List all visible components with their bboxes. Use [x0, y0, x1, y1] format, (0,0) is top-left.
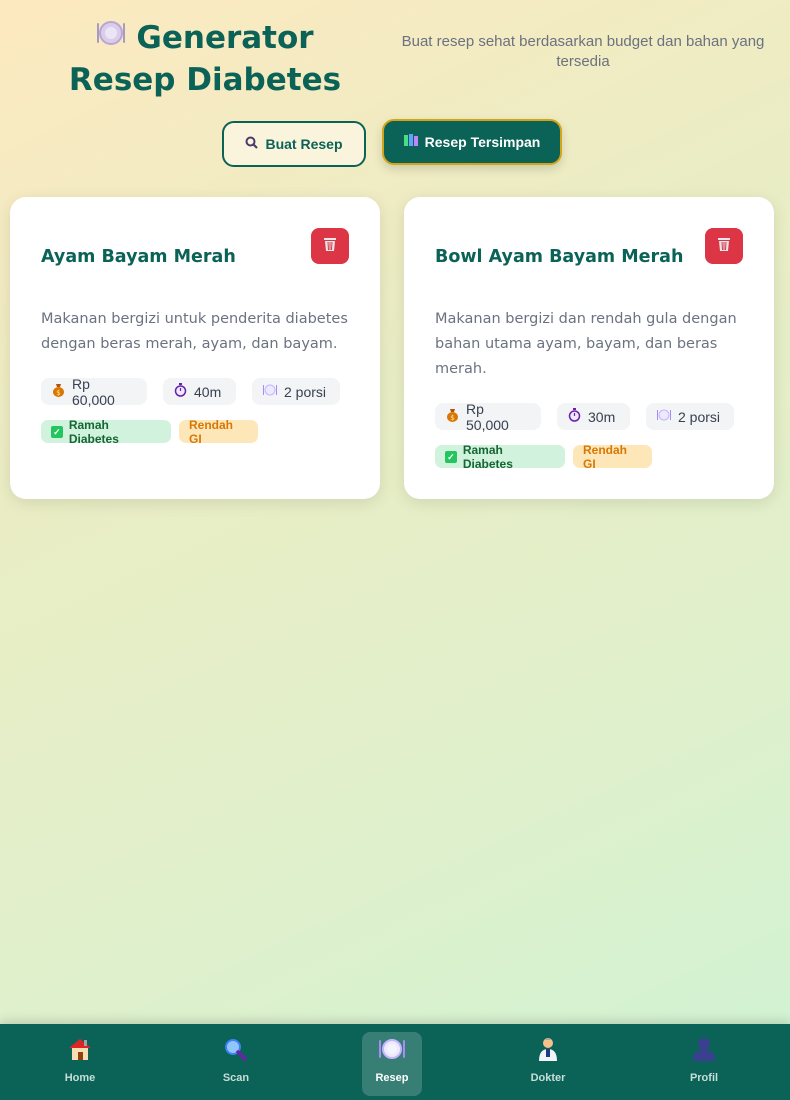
cost-chip: $ Rp 60,000 — [41, 375, 147, 408]
nav-item-doctor[interactable]: Dokter — [518, 1032, 578, 1096]
cost-value: Rp 60,000 — [72, 375, 115, 408]
check-icon: ✓ — [51, 425, 63, 438]
tab-bar: Buat Resep Resep Tersimpan — [0, 119, 790, 169]
recipe-badges: ✓ Ramah Diabetes Rendah GI — [41, 417, 351, 446]
recipe-title: Bowl Ayam Bayam Merah — [435, 247, 684, 267]
low-gi-badge: Rendah GI — [179, 417, 258, 446]
doctor-icon — [535, 1037, 561, 1067]
money-bag-icon: $ — [446, 408, 459, 425]
tab-create-label: Buat Resep — [265, 136, 343, 152]
page-title: Generator Resep Diabetes — [40, 16, 370, 101]
plate-icon — [263, 384, 277, 399]
nav-label: Dokter — [530, 1072, 566, 1084]
badge-label: Rendah GI — [583, 442, 628, 471]
svg-text:$: $ — [56, 389, 60, 397]
nav-label: Home — [64, 1072, 96, 1084]
nav-label: Scan — [222, 1072, 250, 1084]
magnifier-icon — [245, 136, 259, 152]
nav-item-scan[interactable]: Scan — [206, 1032, 266, 1096]
nav-item-recipe[interactable]: Resep — [362, 1032, 422, 1096]
badge-label: Ramah Diabetes — [68, 417, 119, 446]
recipe-title: Ayam Bayam Merah — [41, 247, 236, 267]
check-icon: ✓ — [445, 450, 457, 463]
money-bag-icon: $ — [52, 383, 65, 400]
cost-value: Rp 50,000 — [466, 400, 509, 433]
svg-text:$: $ — [450, 414, 454, 422]
person-icon — [691, 1037, 717, 1067]
badge-label: Rendah GI — [189, 417, 234, 446]
trash-icon — [716, 236, 732, 256]
delete-button[interactable] — [311, 228, 349, 264]
time-chip: 40m — [163, 378, 236, 405]
recipe-meta: $ Rp 50,000 30m 2 porsi — [435, 400, 745, 433]
portion-chip: 2 porsi — [252, 378, 340, 405]
recipe-description: Makanan bergizi untuk penderita diabetes… — [41, 311, 348, 352]
diabetes-friendly-badge: ✓ Ramah Diabetes — [41, 417, 171, 446]
plate-icon — [657, 409, 671, 424]
portion-value: 2 porsi — [284, 383, 327, 400]
magnifier-icon — [223, 1037, 249, 1067]
recipe-card[interactable]: Ayam Bayam Merah Makanan bergizi untuk p… — [10, 197, 380, 499]
page-header: Generator Resep Diabetes Buat resep seha… — [0, 0, 790, 110]
stopwatch-icon — [174, 383, 187, 400]
books-icon — [403, 134, 418, 150]
house-icon — [67, 1037, 93, 1067]
bottom-nav: Home Scan Resep Dokter Profil — [0, 1024, 790, 1100]
delete-button[interactable] — [705, 228, 743, 264]
badge-label: Ramah Diabetes — [462, 442, 513, 471]
tab-create-recipe[interactable]: Buat Resep — [222, 121, 366, 167]
recipe-card[interactable]: Bowl Ayam Bayam Merah Makanan bergizi da… — [404, 197, 774, 499]
low-gi-badge: Rendah GI — [573, 442, 652, 471]
time-value: 30m — [588, 408, 616, 425]
recipe-badges: ✓ Ramah Diabetes Rendah GI — [435, 442, 745, 471]
portion-value: 2 porsi — [678, 408, 721, 425]
plate-icon — [379, 1037, 405, 1067]
page-subtitle: Buat resep sehat berdasarkan budget dan … — [401, 33, 765, 70]
nav-item-profile[interactable]: Profil — [674, 1032, 734, 1096]
stopwatch-icon — [568, 408, 581, 425]
cost-chip: $ Rp 50,000 — [435, 400, 541, 433]
tab-saved-recipes[interactable]: Resep Tersimpan — [382, 119, 562, 165]
tab-saved-label: Resep Tersimpan — [424, 134, 541, 150]
time-value: 40m — [194, 383, 222, 400]
nav-label: Resep — [375, 1072, 409, 1084]
trash-icon — [322, 236, 338, 256]
nav-item-home[interactable]: Home — [50, 1032, 110, 1096]
plate-icon — [96, 16, 126, 58]
nav-label: Profil — [689, 1072, 719, 1084]
time-chip: 30m — [557, 403, 630, 430]
recipe-description: Makanan bergizi dan rendah gula dengan b… — [435, 311, 737, 377]
diabetes-friendly-badge: ✓ Ramah Diabetes — [435, 442, 565, 471]
portion-chip: 2 porsi — [646, 403, 734, 430]
recipe-meta: $ Rp 60,000 40m 2 porsi — [41, 375, 351, 408]
